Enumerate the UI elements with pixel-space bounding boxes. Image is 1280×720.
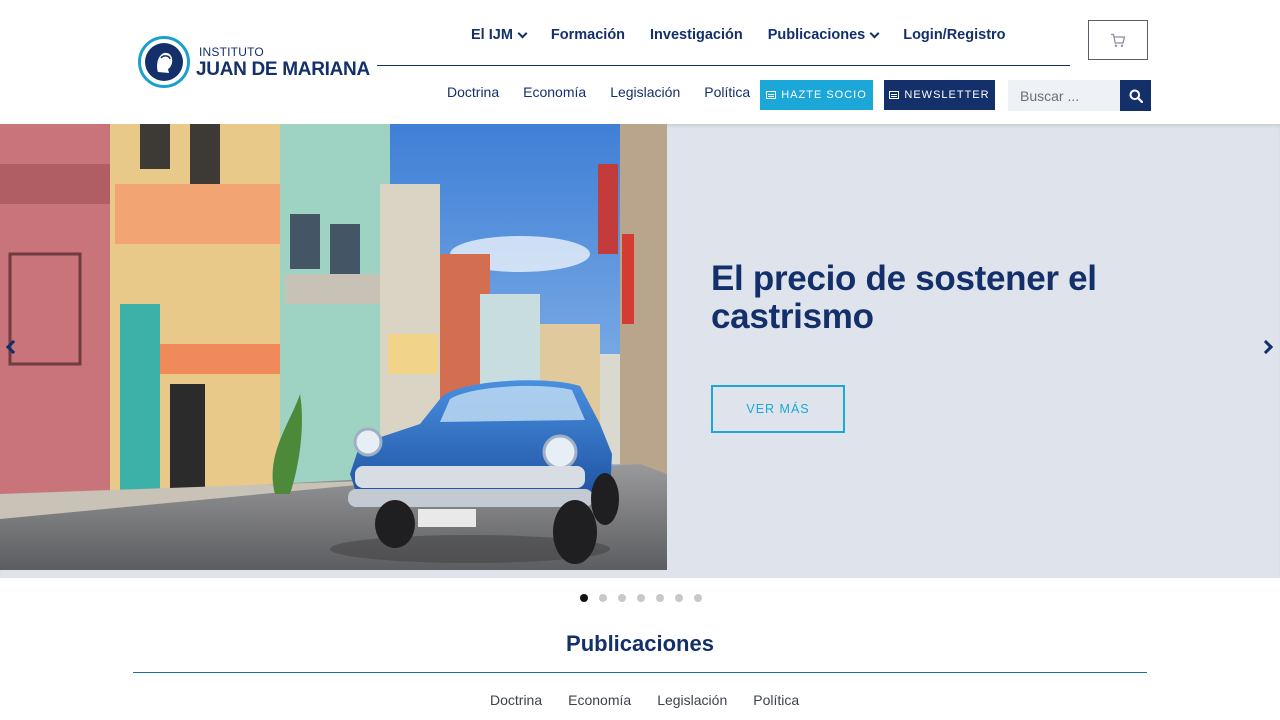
card-icon bbox=[766, 91, 777, 99]
hero-slider: El precio de sostener el castrismo VER M… bbox=[0, 124, 1280, 578]
newsletter-label: NEWSLETTER bbox=[904, 89, 990, 101]
tab-economia[interactable]: Economía bbox=[568, 692, 631, 708]
hero-title: El precio de sostener el castrismo bbox=[711, 259, 1097, 336]
logo-portrait-icon bbox=[138, 36, 190, 88]
search-button[interactable] bbox=[1120, 80, 1151, 111]
logo-line1: INSTITUTO bbox=[199, 44, 264, 59]
logo-text: INSTITUTO JUAN DE MARIANA bbox=[196, 46, 370, 79]
hazte-socio-button[interactable]: HAZTE SOCIO bbox=[760, 80, 873, 110]
ver-mas-button[interactable]: VER MÁS bbox=[711, 385, 845, 433]
slider-dot[interactable] bbox=[580, 594, 588, 602]
sub-nav-economia[interactable]: Economía bbox=[523, 84, 586, 100]
publicaciones-divider bbox=[133, 672, 1147, 673]
newsletter-button[interactable]: NEWSLETTER bbox=[884, 80, 995, 110]
nav-label: Publicaciones bbox=[767, 27, 866, 43]
slider-dot[interactable] bbox=[599, 594, 607, 602]
hero-image-havana-street bbox=[0, 124, 667, 570]
tab-legislacion[interactable]: Legislación bbox=[657, 692, 727, 708]
slider-dot[interactable] bbox=[675, 594, 683, 602]
search-input[interactable] bbox=[1008, 80, 1120, 111]
category-navigation: Doctrina Economía Legislación Política bbox=[447, 84, 774, 100]
publicaciones-heading: Publicaciones bbox=[566, 631, 714, 656]
nav-item-el-ijm[interactable]: El IJM bbox=[471, 27, 528, 43]
slider-dot[interactable] bbox=[618, 594, 626, 602]
nav-item-publicaciones[interactable]: Publicaciones bbox=[767, 27, 880, 43]
nav-label: Login/Registro bbox=[903, 27, 1006, 43]
logo-line2: JUAN DE MARIANA bbox=[196, 58, 370, 80]
chevron-down-icon bbox=[517, 28, 528, 38]
nav-item-investigacion[interactable]: Investigación bbox=[650, 27, 743, 43]
sub-nav-doctrina[interactable]: Doctrina bbox=[447, 84, 499, 100]
nav-item-login[interactable]: Login/Registro bbox=[903, 27, 1005, 43]
site-header: INSTITUTO JUAN DE MARIANA El IJM Formaci… bbox=[0, 0, 1280, 124]
chevron-down-icon bbox=[869, 28, 880, 38]
search-icon bbox=[1129, 89, 1143, 103]
tab-politica[interactable]: Política bbox=[753, 692, 799, 708]
nav-item-formacion[interactable]: Formación bbox=[551, 27, 625, 43]
site-logo[interactable]: INSTITUTO JUAN DE MARIANA bbox=[138, 36, 370, 88]
slider-dot[interactable] bbox=[694, 594, 702, 602]
sub-nav-politica[interactable]: Política bbox=[704, 84, 750, 100]
cart-button[interactable] bbox=[1088, 20, 1148, 60]
nav-label: El IJM bbox=[471, 27, 513, 43]
main-navigation: El IJM Formación Investigación Publicaci… bbox=[471, 27, 1031, 43]
publicaciones-tabs: Doctrina Economía Legislación Política bbox=[490, 692, 825, 708]
slider-dot[interactable] bbox=[656, 594, 664, 602]
hazte-socio-label: HAZTE SOCIO bbox=[781, 89, 867, 101]
sub-nav-legislacion[interactable]: Legislación bbox=[610, 84, 680, 100]
slider-dot[interactable] bbox=[637, 594, 645, 602]
nav-divider bbox=[377, 65, 1070, 66]
nav-label: Formación bbox=[550, 27, 626, 43]
slider-next-arrow-icon[interactable] bbox=[1258, 339, 1274, 355]
tab-doctrina[interactable]: Doctrina bbox=[490, 692, 542, 708]
newsletter-icon bbox=[889, 91, 900, 99]
slider-pagination bbox=[580, 594, 702, 602]
cart-icon bbox=[1111, 33, 1126, 47]
nav-label: Investigación bbox=[650, 27, 743, 43]
